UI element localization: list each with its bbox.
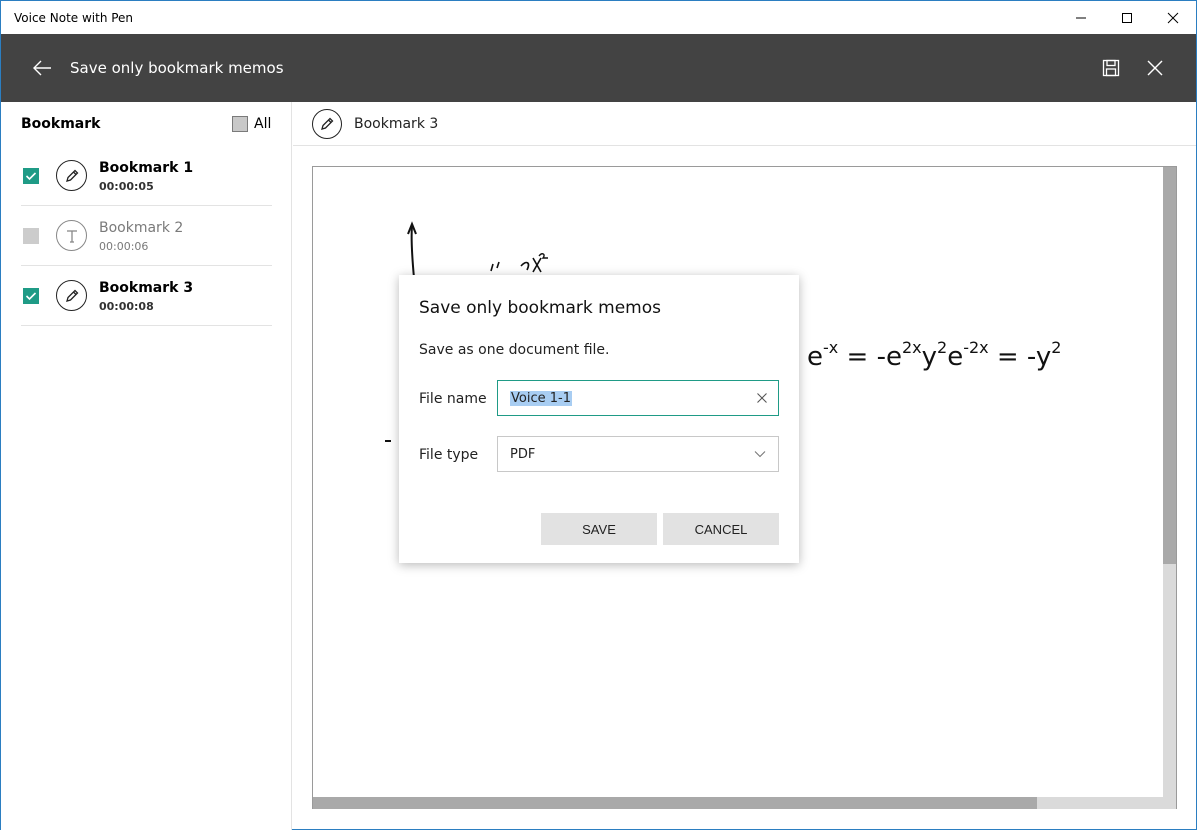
title-bar: Voice Note with Pen xyxy=(1,1,1196,34)
select-all-label: All xyxy=(254,116,272,132)
bookmark-sidebar: Bookmark All Bookmark 1 00:00:05 Bookmar… xyxy=(1,102,292,830)
bookmark-checkbox[interactable] xyxy=(23,168,39,184)
app-header: Save only bookmark memos xyxy=(1,34,1196,102)
list-item[interactable]: Bookmark 2 00:00:06 xyxy=(21,206,272,266)
bookmark-checkbox[interactable] xyxy=(23,288,39,304)
file-type-value: PDF xyxy=(510,447,536,462)
file-name-label: File name xyxy=(419,391,487,407)
window-close-button[interactable] xyxy=(1150,1,1196,34)
close-icon xyxy=(1167,12,1179,23)
math-equation: e-x = -e2xy2e-2x = -y2 xyxy=(807,338,1062,372)
back-button[interactable] xyxy=(29,56,55,80)
bookmark-name: Bookmark 2 xyxy=(99,220,184,236)
dialog-title: Save only bookmark memos xyxy=(419,298,661,318)
bookmark-name: Bookmark 1 xyxy=(99,160,194,176)
horizontal-scroll-thumb[interactable] xyxy=(313,797,1037,809)
dialog-save-button[interactable]: SAVE xyxy=(541,513,657,545)
pen-icon xyxy=(56,280,87,311)
maximize-button[interactable] xyxy=(1104,1,1150,34)
file-type-label: File type xyxy=(419,447,479,463)
pen-icon xyxy=(312,109,342,139)
select-all-checkbox[interactable]: All xyxy=(232,116,271,132)
vertical-scroll-thumb[interactable] xyxy=(1163,167,1176,564)
clear-icon[interactable] xyxy=(756,392,768,404)
file-name-input[interactable]: Voice 1-1 xyxy=(497,380,779,416)
text-icon xyxy=(56,220,87,251)
save-button[interactable] xyxy=(1098,56,1124,80)
app-title: Voice Note with Pen xyxy=(14,10,134,25)
bookmark-name: Bookmark 3 xyxy=(99,280,194,296)
close-button[interactable] xyxy=(1142,56,1168,80)
maximize-icon xyxy=(1122,12,1132,23)
bookmark-time: 00:00:08 xyxy=(99,300,154,313)
minimize-button[interactable] xyxy=(1058,1,1104,34)
window-controls xyxy=(1058,1,1196,34)
close-icon xyxy=(1147,60,1163,76)
chevron-down-icon xyxy=(754,451,766,458)
list-item[interactable]: Bookmark 1 00:00:05 xyxy=(21,146,272,206)
memo-title: Bookmark 3 xyxy=(354,116,439,132)
arrow-left-icon xyxy=(33,60,51,76)
bookmark-time: 00:00:06 xyxy=(99,240,149,253)
save-dialog: Save only bookmark memos Save as one doc… xyxy=(399,275,799,563)
minimize-icon xyxy=(1076,17,1086,18)
bookmark-time: 00:00:05 xyxy=(99,180,154,193)
page-title: Save only bookmark memos xyxy=(70,59,284,77)
sidebar-heading: Bookmark xyxy=(21,116,101,132)
dialog-message: Save as one document file. xyxy=(419,342,610,358)
list-item[interactable]: Bookmark 3 00:00:08 xyxy=(21,266,272,326)
bookmark-checkbox[interactable] xyxy=(23,228,39,244)
dialog-cancel-button[interactable]: CANCEL xyxy=(663,513,779,545)
save-icon xyxy=(1102,59,1120,77)
checkbox-box xyxy=(232,116,248,132)
file-name-value: Voice 1-1 xyxy=(510,391,572,406)
pen-icon xyxy=(56,160,87,191)
checkmark-icon xyxy=(25,292,37,301)
checkmark-icon xyxy=(25,172,37,181)
memo-header: Bookmark 3 xyxy=(293,102,1196,146)
file-type-select[interactable]: PDF xyxy=(497,436,779,472)
